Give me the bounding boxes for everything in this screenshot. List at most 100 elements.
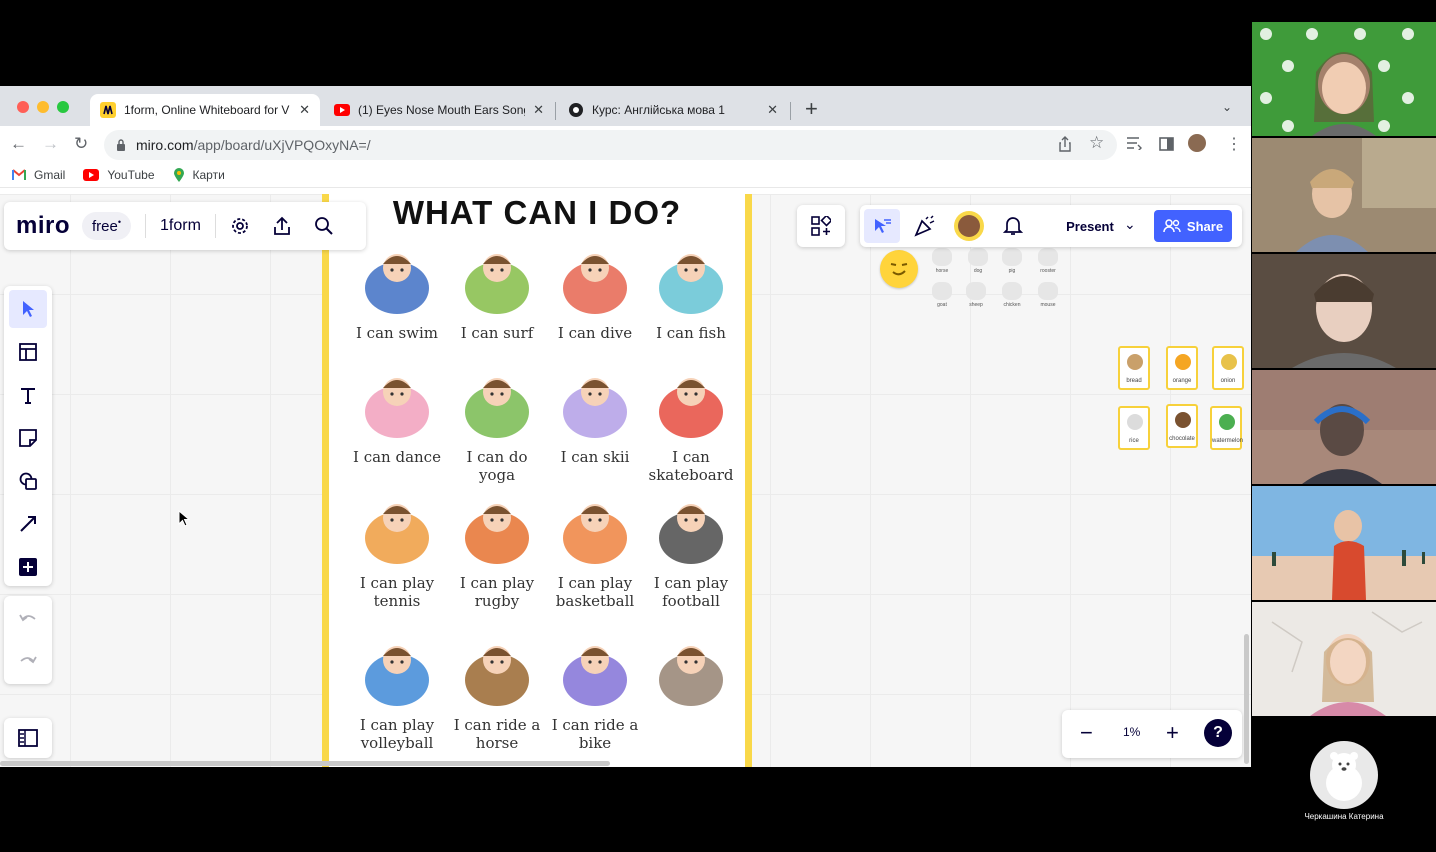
reactions-cursor-icon[interactable] [864,209,900,243]
animal-card[interactable]: mouse [1034,282,1062,308]
settings-gear-icon[interactable] [230,216,250,236]
present-button[interactable]: Present [1044,212,1136,240]
tab-title: (1) Eyes Nose Mouth Ears Song [358,103,526,117]
help-button[interactable]: ? [1204,719,1232,747]
templates-icon[interactable] [9,333,47,371]
smiley-sticker[interactable] [880,250,918,288]
zoom-level[interactable]: 1% [1123,725,1140,739]
select-cursor-icon[interactable] [9,290,47,328]
animal-card[interactable]: horse [928,248,956,274]
food-card[interactable]: onion [1212,346,1244,390]
close-tab-icon[interactable]: ✕ [767,102,778,118]
participant-name: Черкашина Катерина [1304,812,1384,821]
animal-label: goat [937,302,947,308]
share-button[interactable]: Share [1154,210,1232,242]
share-page-icon[interactable] [1058,136,1072,152]
miro-logo[interactable]: miro [16,212,70,240]
reload-icon[interactable]: ↻ [74,134,88,154]
horizontal-scrollbar[interactable] [0,761,610,766]
animal-card[interactable]: dog [964,248,992,274]
address-bar[interactable]: miro.com/app/board/uXjVPQOxyNA=/ ☆ [104,130,1117,160]
export-upload-icon[interactable] [272,216,292,236]
redo-icon[interactable] [9,642,47,680]
tab-title: 1form, Online Whiteboard for V [124,103,290,117]
bookmark-youtube[interactable]: YouTube [83,168,155,182]
shapes-icon[interactable] [9,462,47,500]
tab-course[interactable]: Курс: Англійська мова 1 ✕ [558,94,788,126]
animal-card[interactable]: pig [998,248,1026,274]
food-card[interactable]: bread [1118,346,1150,390]
food-label: bread [1126,378,1142,384]
plan-badge[interactable]: free• [82,212,132,240]
what-can-i-do-poster[interactable]: WHAT CAN I DO? I can swim I can surf I can… [322,194,752,767]
self-participant-tile[interactable]: Черкашина Катерина [1252,735,1436,830]
divider [214,214,216,238]
back-arrow-icon[interactable]: ← [10,134,27,154]
activity-card: I can play football [641,490,741,610]
participant-video-tile[interactable] [1252,22,1436,136]
food-card[interactable]: chocolate [1166,404,1198,448]
animal-card[interactable]: sheep [962,282,990,308]
text-tool-icon[interactable] [9,376,47,414]
connection-line-icon[interactable] [9,505,47,543]
search-icon[interactable] [314,216,334,236]
activity-caption: I can play tennis [359,574,435,610]
participant-video-tile[interactable] [1252,602,1436,716]
maximize-window-button[interactable] [57,101,69,113]
undo-icon[interactable] [9,600,47,638]
present-options-chevron-icon[interactable]: ⌄ [1124,216,1136,233]
tab-miro[interactable]: 1form, Online Whiteboard for V ✕ [90,94,320,126]
forward-arrow-icon[interactable]: → [42,134,59,154]
participant-video-tile[interactable] [1252,138,1436,252]
frames-panel-toggle[interactable] [4,718,52,758]
profile-avatar[interactable] [1188,134,1206,152]
participant-video-tile[interactable] [1252,370,1436,484]
food-card[interactable]: orange [1166,346,1198,390]
bookmark-maps[interactable]: Карти [173,167,225,183]
side-panel-icon[interactable] [1159,137,1174,151]
animal-card[interactable]: rooster [1034,248,1062,274]
zoom-in-button[interactable]: + [1166,720,1179,746]
participant-video-tile[interactable] [1252,254,1436,368]
animal-label: sheep [969,302,983,308]
food-card[interactable]: rice [1118,406,1150,450]
bookmark-gmail[interactable]: Gmail [12,168,65,182]
close-window-button[interactable] [17,101,29,113]
frames-list-icon[interactable] [9,719,47,757]
animal-label: mouse [1040,302,1056,308]
bookmark-star-icon[interactable]: ☆ [1089,133,1104,153]
miro-board-canvas[interactable]: WHAT CAN I DO? I can swim I can surf I can… [0,194,1251,767]
apps-panel[interactable] [797,205,845,247]
more-tools-plus-icon[interactable] [9,548,47,586]
activity-card: I can skii [545,364,645,466]
food-card[interactable]: watermelon [1210,406,1243,450]
apps-grid-icon[interactable] [811,216,831,236]
activity-card: I can play basketball [545,490,645,610]
url-path: /app/board/uXjVPQOxyNA=/ [193,137,371,153]
activity-caption: I can play basketball [555,574,635,610]
activity-card: I can play tennis [347,490,447,610]
celebrate-icon[interactable] [914,215,936,237]
close-tab-icon[interactable]: ✕ [299,102,310,118]
activity-illustration [357,240,437,320]
activity-illustration [457,490,537,570]
url-host: miro.com [136,137,194,153]
collaborator-avatar[interactable] [954,211,984,241]
reading-list-icon[interactable] [1126,136,1142,150]
browser-menu-icon[interactable]: ⋮ [1226,134,1242,154]
board-name[interactable]: 1form [160,217,201,235]
activity-illustration [357,490,437,570]
participant-video-tile[interactable] [1252,486,1436,600]
tab-youtube[interactable]: (1) Eyes Nose Mouth Ears Song ✕ [324,94,554,126]
animal-card[interactable]: goat [928,282,956,308]
vertical-scrollbar[interactable] [1244,634,1249,764]
new-tab-button[interactable]: + [805,96,818,122]
food-picture [1221,354,1237,370]
notifications-bell-icon[interactable] [1003,215,1023,237]
minimize-window-button[interactable] [37,101,49,113]
close-tab-icon[interactable]: ✕ [533,102,544,118]
zoom-out-button[interactable]: − [1080,720,1093,746]
sticky-note-icon[interactable] [9,419,47,457]
animal-card[interactable]: chicken [998,282,1026,308]
tab-search-chevron-icon[interactable]: ⌄ [1222,100,1232,114]
